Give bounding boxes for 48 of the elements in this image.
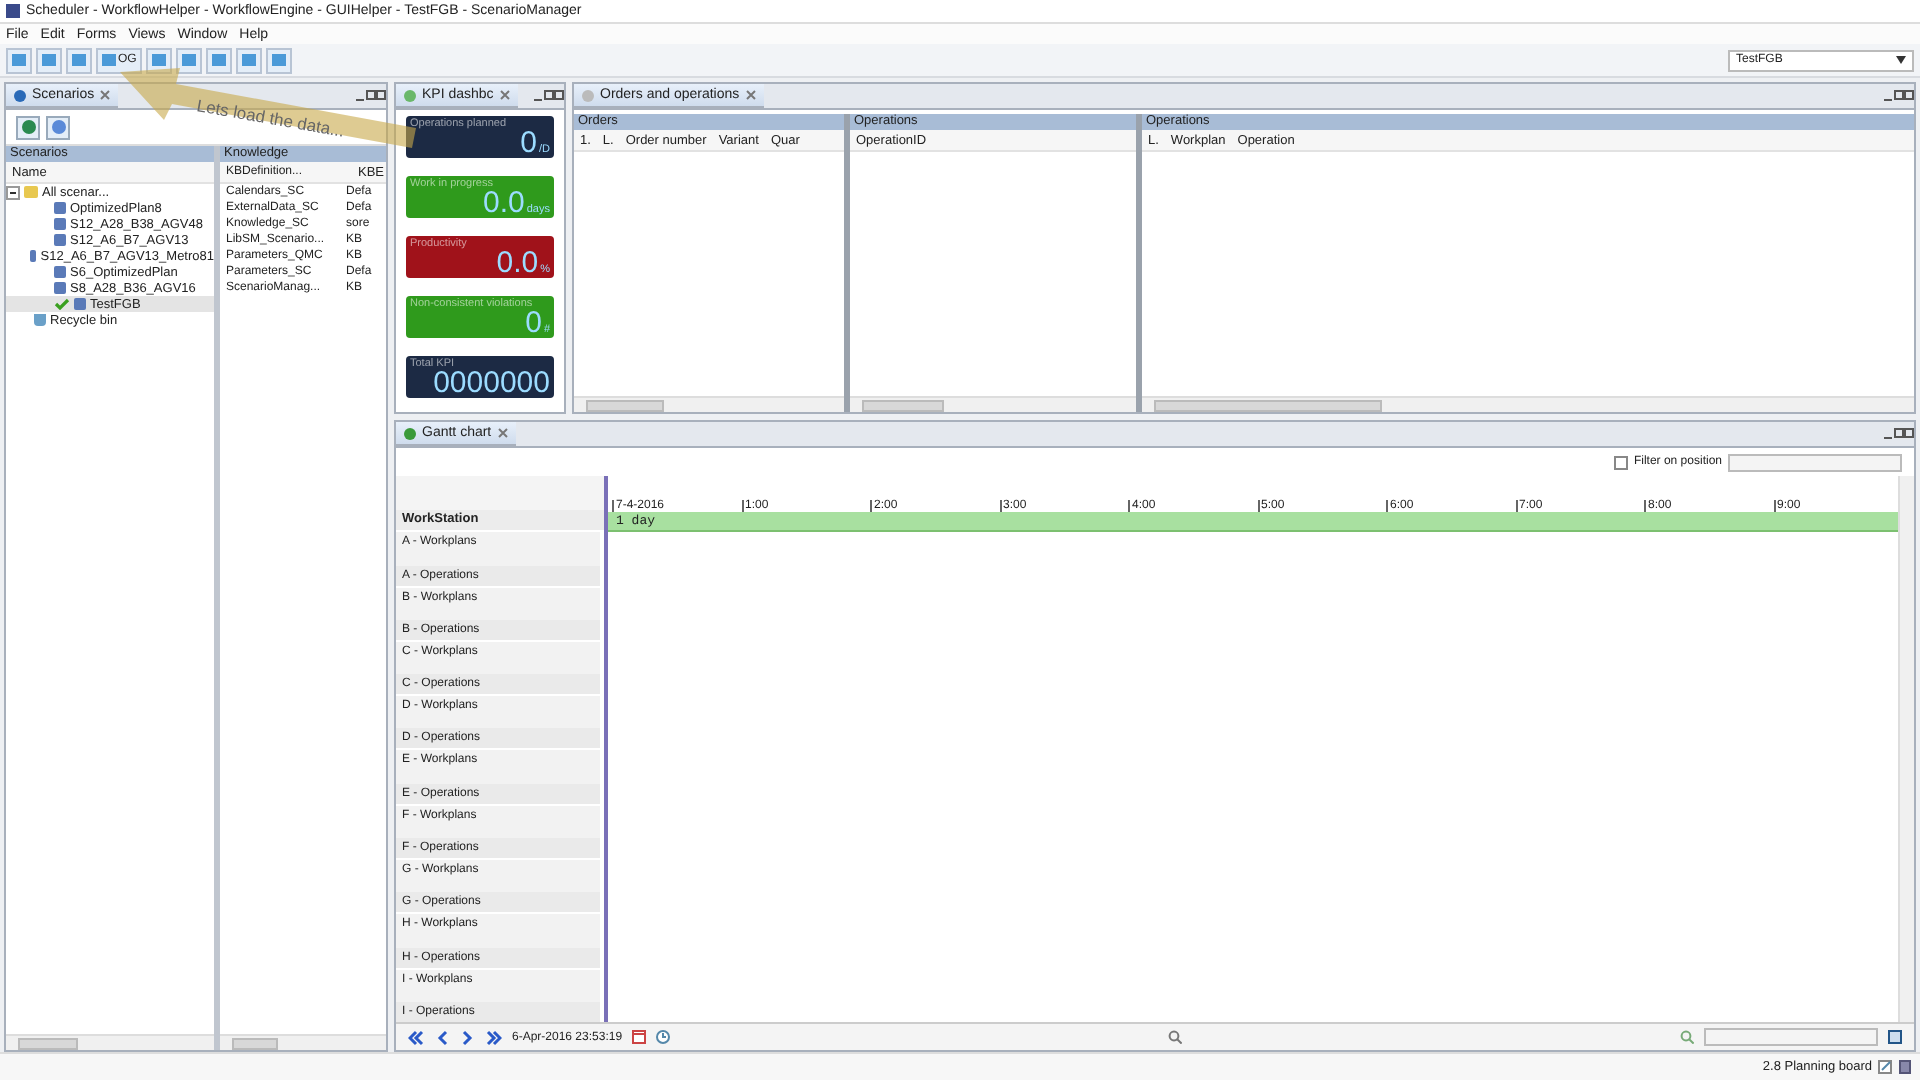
horizontal-scrollbar[interactable] [850, 396, 1136, 412]
fit-icon [1888, 1030, 1903, 1044]
close-icon [497, 428, 508, 438]
double-right-arrow-icon[interactable] [486, 1029, 502, 1045]
globe-button[interactable] [16, 115, 40, 139]
checkmark-icon [54, 298, 70, 310]
toolbar-button[interactable] [236, 47, 263, 73]
window-controls-icon [1882, 428, 1914, 440]
refresh-button[interactable] [46, 115, 70, 139]
toolbar-button[interactable] [266, 47, 293, 73]
window-controls-icon [354, 90, 386, 102]
horizontal-scrollbar[interactable] [6, 1034, 214, 1050]
horizontal-scrollbar[interactable] [574, 396, 844, 412]
toolbar-button[interactable] [6, 47, 32, 73]
toolbar-button[interactable] [146, 47, 173, 73]
edit-icon [1878, 1060, 1892, 1074]
horizontal-scrollbar[interactable] [1142, 396, 1914, 412]
filter-checkbox[interactable] [1613, 455, 1628, 469]
kpi-value: 0.0 [483, 190, 525, 218]
zoom-combo[interactable] [1704, 1028, 1879, 1046]
calendar-icon [632, 1030, 647, 1044]
kpi-value: 0 [520, 130, 537, 158]
folder-icon [24, 186, 38, 198]
toolbar-button[interactable] [66, 47, 92, 73]
position-combo[interactable] [1728, 453, 1902, 471]
zoom-icon [1168, 1030, 1183, 1044]
close-icon [499, 90, 510, 100]
recycle-bin-icon [34, 314, 46, 326]
vertical-scrollbar[interactable] [1898, 476, 1914, 1022]
kpi-value: 0 [525, 310, 542, 338]
zoom-icon [1680, 1030, 1695, 1044]
clock-icon [656, 1030, 671, 1044]
horizontal-scrollbar[interactable] [220, 1034, 386, 1050]
kpi-value: 0000000 [433, 370, 550, 398]
caret-icon [1896, 56, 1906, 64]
database-icon [1898, 1060, 1912, 1074]
app-icon [6, 4, 20, 18]
window-controls-icon [1882, 90, 1914, 102]
toolbar-button[interactable] [36, 47, 62, 73]
callout-text: Lets load the data... [195, 95, 346, 141]
window-controls-icon [532, 90, 564, 102]
close-icon [745, 90, 756, 100]
double-left-arrow-icon[interactable] [408, 1029, 424, 1045]
close-icon [100, 90, 111, 100]
toolbar-button[interactable] [206, 47, 233, 73]
scenario-icon [30, 250, 37, 262]
kpi-value: 0.0 [496, 250, 539, 278]
toolbar-button[interactable] [176, 47, 203, 73]
